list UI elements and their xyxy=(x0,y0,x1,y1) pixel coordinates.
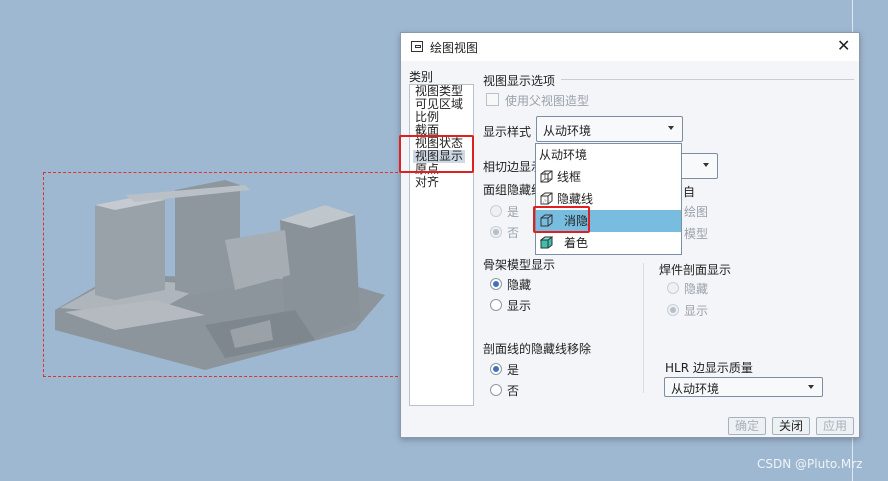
close-button[interactable]: 关闭 xyxy=(772,417,810,435)
wireframe-icon xyxy=(540,170,553,183)
hidden-line-icon xyxy=(540,192,553,205)
menu-item-label: 从动环境 xyxy=(539,148,588,162)
display-style-value: 从动环境 xyxy=(543,124,592,138)
use-parent-label: 使用父视图造型 xyxy=(505,94,590,108)
section-line-no-radio[interactable] xyxy=(490,384,502,396)
chevron-down-icon xyxy=(808,385,814,389)
display-style-dropdown[interactable]: 从动环境 xyxy=(536,116,683,142)
shaded-icon xyxy=(540,236,553,249)
skeleton-model-label: 骨架模型显示 xyxy=(483,258,556,272)
surface-hidden-yes-label: 是 xyxy=(507,205,520,219)
skeleton-show-label: 显示 xyxy=(507,299,532,313)
apply-button[interactable]: 应用 xyxy=(816,417,854,435)
hlr-quality-dropdown[interactable]: 从动环境 xyxy=(664,377,823,397)
chevron-down-icon xyxy=(668,126,674,130)
close-icon[interactable]: ✕ xyxy=(837,36,850,55)
surface-hidden-no-radio[interactable] xyxy=(490,226,502,238)
column-divider xyxy=(643,263,644,393)
display-style-menu: 从动环境 线框 隐藏线 消隐 着色 xyxy=(535,143,682,255)
surface-hidden-no-label: 否 xyxy=(507,226,520,240)
from-drawing-label: 绘图 xyxy=(684,205,709,219)
display-style-label: 显示样式 xyxy=(483,125,532,139)
menu-item-label: 着色 xyxy=(564,236,589,250)
menu-item-shaded[interactable]: 着色 xyxy=(536,232,681,254)
weld-section-label: 焊件剖面显示 xyxy=(659,263,732,277)
category-label: 类别 xyxy=(409,70,434,84)
dialog-app-icon xyxy=(411,41,423,52)
section-line-label: 剖面线的隐藏线移除 xyxy=(483,342,592,356)
dialog-titlebar: 绘图视图 ✕ xyxy=(401,33,859,61)
chevron-down-icon xyxy=(703,163,709,167)
dialog-title: 绘图视图 xyxy=(430,41,479,55)
from-model-label: 模型 xyxy=(684,227,709,241)
skeleton-show-radio[interactable] xyxy=(490,299,502,311)
use-parent-checkbox[interactable] xyxy=(486,93,499,106)
section-divider xyxy=(561,79,854,80)
3d-model-view xyxy=(55,180,385,370)
tangent-edge-label: 相切边显示 xyxy=(483,160,544,174)
skeleton-hide-label: 隐藏 xyxy=(507,278,532,292)
skeleton-hide-radio[interactable] xyxy=(490,278,502,290)
menu-item-wireframe[interactable]: 线框 xyxy=(536,166,681,188)
watermark: CSDN @Pluto.Mrz xyxy=(757,457,863,471)
weld-hide-radio[interactable] xyxy=(667,282,679,294)
annotation-highlight-categories xyxy=(399,135,474,173)
weld-hide-label: 隐藏 xyxy=(684,282,709,296)
drawing-view-dialog: 绘图视图 ✕ 类别 视图类型 可见区域 比例 截面 视图状态 视图显示 原点 对… xyxy=(399,32,860,438)
hlr-quality-value: 从动环境 xyxy=(671,382,720,396)
from-label: 自 xyxy=(683,185,696,199)
category-alignment[interactable]: 对齐 xyxy=(413,176,441,189)
annotation-highlight-no-hidden xyxy=(533,206,590,233)
category-list: 视图类型 可见区域 比例 截面 视图状态 视图显示 原点 对齐 xyxy=(409,84,474,406)
surface-hidden-label: 面组隐藏线 xyxy=(483,183,544,197)
ok-button[interactable]: 确定 xyxy=(728,417,766,435)
weld-show-label: 显示 xyxy=(684,304,709,318)
section-title: 视图显示选项 xyxy=(483,74,556,88)
surface-hidden-yes-radio[interactable] xyxy=(490,205,502,217)
section-line-yes-label: 是 xyxy=(507,363,520,377)
menu-item-label: 线框 xyxy=(557,170,582,184)
hlr-quality-label: HLR 边显示质量 xyxy=(665,361,753,375)
weld-show-radio[interactable] xyxy=(667,304,679,316)
menu-item-follow-environment[interactable]: 从动环境 xyxy=(536,144,681,166)
section-line-no-label: 否 xyxy=(507,384,520,398)
section-line-yes-radio[interactable] xyxy=(490,363,502,375)
